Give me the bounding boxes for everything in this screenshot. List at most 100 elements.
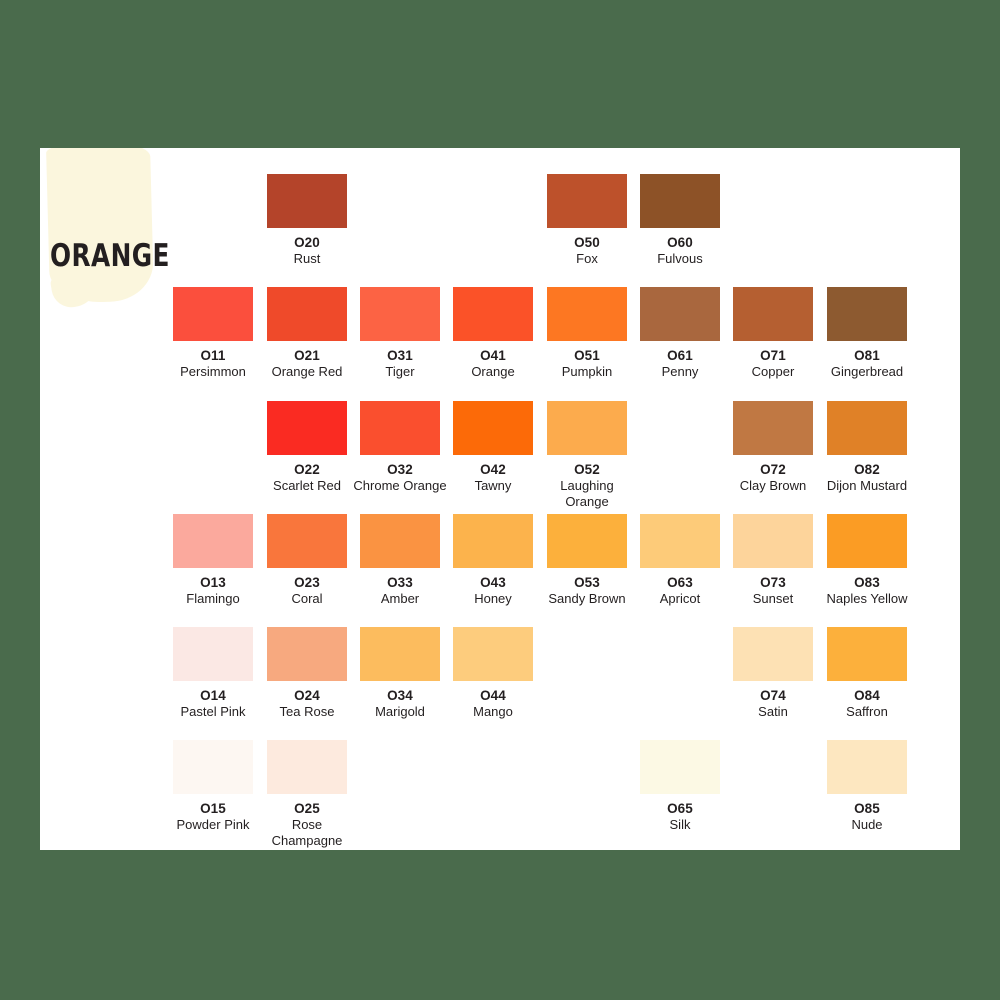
color-swatch-cell[interactable]: O61 Penny — [633, 287, 727, 380]
color-swatch-cell[interactable]: O25 Rose Champagne — [260, 740, 354, 849]
color-swatch[interactable] — [360, 514, 440, 568]
color-swatch[interactable] — [267, 401, 347, 455]
swatch-name: Fulvous — [657, 251, 703, 266]
color-swatch[interactable] — [547, 174, 627, 228]
swatch-name: Tawny — [474, 478, 512, 493]
color-swatch-cell[interactable]: O34 Marigold — [353, 627, 447, 720]
color-swatch-cell[interactable]: O65 Silk — [633, 740, 727, 833]
color-swatch[interactable] — [547, 287, 627, 341]
swatch-code: O15 — [200, 801, 226, 816]
color-swatch[interactable] — [640, 514, 720, 568]
color-swatch-cell[interactable]: O42 Tawny — [446, 401, 540, 494]
color-swatch-cell[interactable]: O51 Pumpkin — [540, 287, 634, 380]
color-swatch-cell[interactable]: O22 Scarlet Red — [260, 401, 354, 494]
color-swatch-cell[interactable]: O41 Orange — [446, 287, 540, 380]
color-swatch-cell[interactable]: O84 Saffron — [820, 627, 914, 720]
color-swatch-cell[interactable]: O43 Honey — [446, 514, 540, 607]
swatch-name: Penny — [661, 364, 699, 379]
color-swatch-cell[interactable]: O15 Powder Pink — [166, 740, 260, 833]
color-swatch-cell[interactable]: O20 Rust — [260, 174, 354, 267]
color-swatch-cell[interactable]: O44 Mango — [446, 627, 540, 720]
color-swatch-cell[interactable]: O33 Amber — [353, 514, 447, 607]
color-swatch[interactable] — [827, 740, 907, 794]
color-swatch-cell[interactable]: O73 Sunset — [726, 514, 820, 607]
color-swatch-cell[interactable]: O74 Satin — [726, 627, 820, 720]
swatch-name: Orange Red — [271, 364, 343, 379]
color-swatch-cell[interactable]: O52 Laughing Orange — [540, 401, 634, 510]
color-swatch[interactable] — [173, 287, 253, 341]
swatch-code: O11 — [200, 348, 226, 363]
swatch-code: O60 — [667, 235, 693, 250]
color-swatch-cell[interactable]: O23 Coral — [260, 514, 354, 607]
swatch-name: Laughing Orange — [560, 478, 614, 509]
color-swatch[interactable] — [640, 287, 720, 341]
color-swatch-cell[interactable]: O72 Clay Brown — [726, 401, 820, 494]
color-swatch-cell[interactable]: O82 Dijon Mustard — [820, 401, 914, 494]
color-swatch-cell[interactable]: O14 Pastel Pink — [166, 627, 260, 720]
color-swatch-cell[interactable]: O13 Flamingo — [166, 514, 260, 607]
color-swatch[interactable] — [453, 287, 533, 341]
color-swatch[interactable] — [827, 627, 907, 681]
color-swatch[interactable] — [267, 627, 347, 681]
color-swatch[interactable] — [547, 401, 627, 455]
color-swatch[interactable] — [640, 740, 720, 794]
swatch-name: Fox — [576, 251, 598, 266]
color-swatch-cell[interactable]: O85 Nude — [820, 740, 914, 833]
color-swatch[interactable] — [267, 174, 347, 228]
swatch-grid: O20 Rust O50 Fox O60 Fulvous O11 Persimmon O21 Or… — [40, 148, 960, 850]
swatch-code: O14 — [200, 688, 226, 703]
swatch-name: Dijon Mustard — [826, 478, 908, 493]
color-swatch-cell[interactable]: O24 Tea Rose — [260, 627, 354, 720]
color-swatch-cell[interactable]: O71 Copper — [726, 287, 820, 380]
swatch-code: O65 — [667, 801, 693, 816]
color-swatch[interactable] — [640, 174, 720, 228]
color-swatch-cell[interactable]: O60 Fulvous — [633, 174, 727, 267]
swatch-name: Scarlet Red — [273, 478, 341, 493]
color-swatch[interactable] — [733, 514, 813, 568]
color-swatch[interactable] — [360, 287, 440, 341]
swatch-name: Clay Brown — [739, 478, 807, 493]
color-swatch-cell[interactable]: O83 Naples Yellow — [820, 514, 914, 607]
color-swatch-cell[interactable]: O11 Persimmon — [166, 287, 260, 380]
color-swatch[interactable] — [453, 514, 533, 568]
color-swatch-cell[interactable]: O21 Orange Red — [260, 287, 354, 380]
swatch-name: Copper — [751, 364, 795, 379]
color-swatch[interactable] — [173, 627, 253, 681]
color-swatch[interactable] — [267, 740, 347, 794]
swatch-code: O24 — [294, 688, 320, 703]
color-swatch[interactable] — [267, 514, 347, 568]
color-swatch[interactable] — [733, 627, 813, 681]
swatch-code: O53 — [574, 575, 600, 590]
swatch-name: Honey — [474, 591, 512, 606]
swatch-code: O42 — [480, 462, 506, 477]
color-swatch[interactable] — [827, 514, 907, 568]
swatch-code: O51 — [574, 348, 600, 363]
color-swatch[interactable] — [453, 627, 533, 681]
color-swatch[interactable] — [360, 627, 440, 681]
color-swatch[interactable] — [173, 514, 253, 568]
color-swatch[interactable] — [733, 401, 813, 455]
color-swatch[interactable] — [733, 287, 813, 341]
swatch-name: Tiger — [385, 364, 415, 379]
swatch-code: O61 — [667, 348, 693, 363]
swatch-code: O71 — [760, 348, 786, 363]
color-swatch-cell[interactable]: O53 Sandy Brown — [540, 514, 634, 607]
color-swatch-cell[interactable]: O31 Tiger — [353, 287, 447, 380]
color-swatch[interactable] — [173, 740, 253, 794]
swatch-name: Sandy Brown — [548, 591, 626, 606]
color-swatch-cell[interactable]: O50 Fox — [540, 174, 634, 267]
color-swatch-cell[interactable]: O32 Chrome Orange — [353, 401, 447, 494]
swatch-code: O84 — [854, 688, 880, 703]
color-swatch-cell[interactable]: O81 Gingerbread — [820, 287, 914, 380]
color-swatch-cell[interactable]: O63 Apricot — [633, 514, 727, 607]
swatch-name: Silk — [669, 817, 691, 832]
color-swatch[interactable] — [267, 287, 347, 341]
color-swatch[interactable] — [360, 401, 440, 455]
swatch-code: O50 — [574, 235, 600, 250]
color-swatch[interactable] — [827, 401, 907, 455]
color-swatch[interactable] — [827, 287, 907, 341]
swatch-code: O41 — [480, 348, 506, 363]
swatch-code: O44 — [480, 688, 506, 703]
color-swatch[interactable] — [547, 514, 627, 568]
color-swatch[interactable] — [453, 401, 533, 455]
